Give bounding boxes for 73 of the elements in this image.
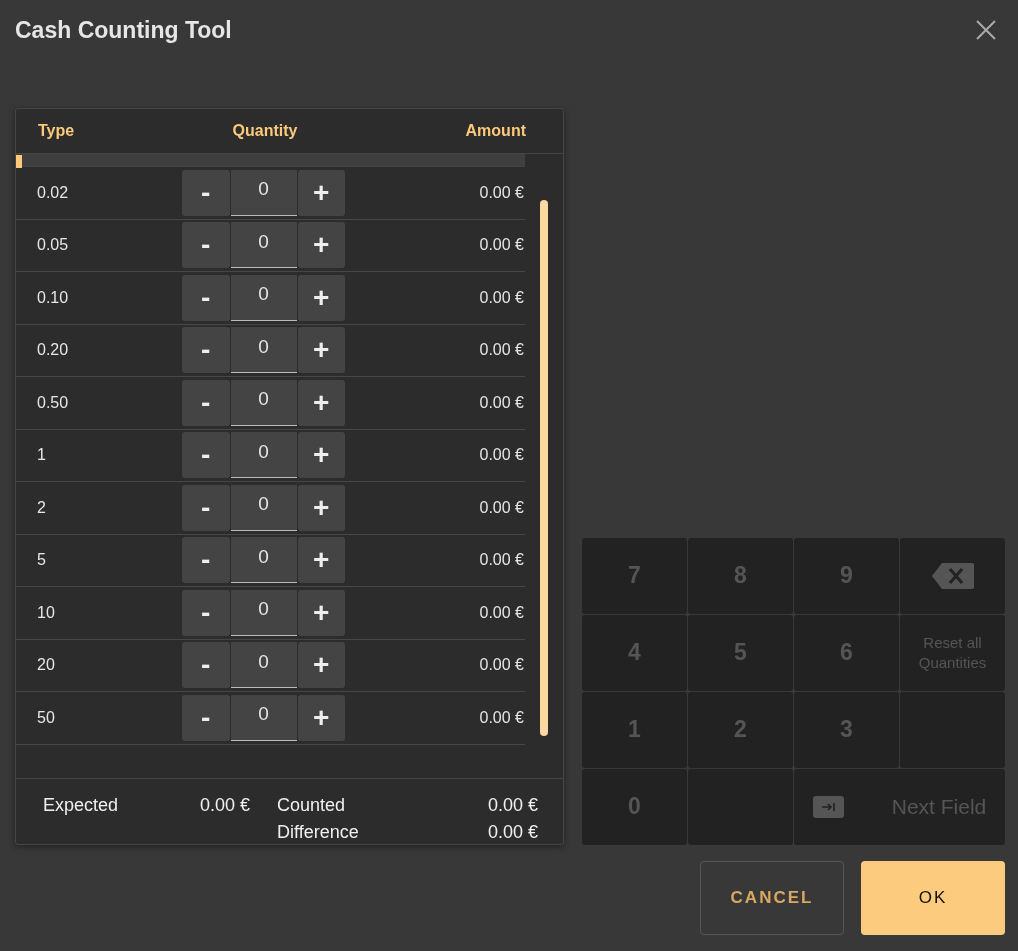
amount-cell-text: 0.00 € <box>478 288 524 307</box>
decrement-button[interactable]: - <box>182 537 230 584</box>
close-icon <box>975 19 997 41</box>
type-cell-text: 0.50 <box>37 393 70 412</box>
amount-cell-text: 0.00 € <box>478 341 524 360</box>
quantity-field[interactable]: 0 <box>230 169 297 216</box>
backspace-icon <box>931 563 974 589</box>
quantity-field[interactable]: 0 <box>230 642 297 689</box>
amount-cell-text: 0.00 € <box>478 603 524 622</box>
amount-cell-text: 0.00 € <box>478 446 524 465</box>
close-button[interactable] <box>975 19 997 41</box>
quantity-field[interactable]: 0 <box>230 327 297 374</box>
column-header: Type <box>38 122 76 140</box>
scrollbar-thumb[interactable] <box>540 200 548 736</box>
type-cell-text: 2 <box>37 498 47 517</box>
decrement-button[interactable]: - <box>182 169 230 216</box>
quantity-field[interactable]: 0 <box>230 694 297 741</box>
type-cell-text: 0.10 <box>37 288 70 307</box>
type-cell-text: 0.05 <box>37 236 70 255</box>
quantity-field[interactable]: 0 <box>230 537 297 584</box>
column-header: Amount <box>464 122 526 140</box>
decrement-button[interactable]: - <box>182 274 230 321</box>
summary-label: Difference <box>277 822 359 844</box>
type-cell-text: 10 <box>37 603 56 622</box>
decrement-button[interactable]: - <box>182 222 230 269</box>
quantity-field[interactable]: 0 <box>230 432 297 479</box>
quantity-field[interactable]: 0 <box>230 274 297 321</box>
type-cell-text: 1 <box>37 446 47 465</box>
increment-button[interactable]: + <box>297 484 345 531</box>
ok-button[interactable]: OK <box>861 861 1005 935</box>
window-title: Cash Counting Tool <box>15 16 232 44</box>
increment-button[interactable]: + <box>297 222 345 269</box>
increment-button[interactable]: + <box>297 327 345 374</box>
amount-cell-text: 0.00 € <box>478 551 524 570</box>
type-cell-text: 50 <box>37 708 56 727</box>
decrement-button[interactable]: - <box>182 484 230 531</box>
increment-button[interactable]: + <box>297 537 345 584</box>
cancel-button[interactable]: CANCEL <box>700 861 844 935</box>
decrement-button[interactable]: - <box>182 642 230 689</box>
decrement-button[interactable]: - <box>182 379 230 426</box>
amount-cell-text: 0.00 € <box>478 656 524 675</box>
row-marker <box>16 155 22 168</box>
column-header: Quantity <box>231 122 299 140</box>
type-cell-text: 20 <box>37 656 56 675</box>
quantity-field[interactable]: 0 <box>230 379 297 426</box>
amount-cell-text: 0.00 € <box>478 393 524 412</box>
summary-value: 0.00 € <box>199 795 250 817</box>
type-cell-text: 5 <box>37 551 47 570</box>
increment-button[interactable]: + <box>297 642 345 689</box>
quantity-field[interactable]: 0 <box>230 589 297 636</box>
increment-button[interactable]: + <box>297 379 345 426</box>
increment-button[interactable]: + <box>297 694 345 741</box>
increment-button[interactable]: + <box>297 432 345 479</box>
increment-button[interactable]: + <box>297 589 345 636</box>
summary-label: Counted <box>277 795 346 817</box>
decrement-button[interactable]: - <box>182 694 230 741</box>
type-cell-text: 0.20 <box>37 341 70 360</box>
amount-cell-text: 0.00 € <box>478 183 524 202</box>
increment-button[interactable]: + <box>297 274 345 321</box>
increment-button[interactable]: + <box>297 169 345 216</box>
decrement-button[interactable]: - <box>182 432 230 479</box>
amount-cell-text: 0.00 € <box>478 236 524 255</box>
summary-label: Expected <box>43 795 119 817</box>
tab-icon <box>812 796 844 818</box>
summary-value: 0.00 € <box>487 795 538 817</box>
quantity-field[interactable]: 0 <box>230 222 297 269</box>
amount-cell-text: 0.00 € <box>478 708 524 727</box>
summary-value: 0.00 € <box>487 822 538 844</box>
quantity-field[interactable]: 0 <box>230 484 297 531</box>
decrement-button[interactable]: - <box>182 589 230 636</box>
decrement-button[interactable]: - <box>182 327 230 374</box>
amount-cell-text: 0.00 € <box>478 498 524 517</box>
type-cell-text: 0.02 <box>37 183 70 202</box>
